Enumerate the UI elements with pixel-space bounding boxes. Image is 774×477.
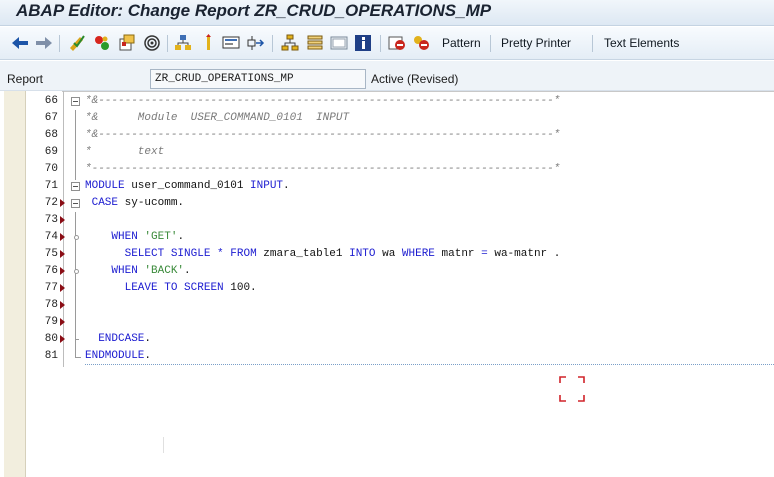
- code-text: WHEN 'GET'.: [111, 231, 185, 243]
- line-number: 68: [44, 129, 58, 141]
- stack-icon[interactable]: [306, 34, 324, 52]
- code-line[interactable]: 81 ENDMODULE.: [0, 348, 774, 365]
- line-number: 74: [44, 231, 58, 243]
- line-number: 76: [44, 265, 58, 277]
- title-bar: ABAP Editor: Change Report ZR_CRUD_OPERA…: [0, 0, 774, 26]
- forward-arrow-icon[interactable]: [35, 34, 53, 52]
- line-number: 81: [44, 350, 58, 362]
- breakpoint-marker-icon[interactable]: [60, 301, 65, 309]
- pattern-button[interactable]: Pattern: [442, 36, 481, 50]
- abap-code-editor[interactable]: 66 *&-----------------------------------…: [0, 91, 774, 477]
- navigation-icon[interactable]: [247, 34, 265, 52]
- code-line[interactable]: 67 *& Module USER_COMMAND_0101 INPUT: [0, 110, 774, 127]
- inactive-icon[interactable]: [199, 34, 217, 52]
- activate-icon[interactable]: [93, 34, 111, 52]
- object-list-icon[interactable]: [118, 34, 136, 52]
- breakpoint-marker-icon[interactable]: [60, 267, 65, 275]
- report-status: Active (Revised): [371, 72, 459, 86]
- code-line[interactable]: 79: [0, 314, 774, 331]
- code-text: ENDMODULE.: [85, 350, 152, 362]
- line-number: 67: [44, 112, 58, 124]
- code-line[interactable]: 75 SELECT SINGLE * FROM zmara_table1 INT…: [0, 246, 774, 263]
- line-number: 66: [44, 95, 58, 107]
- text-elements-button[interactable]: Text Elements: [604, 36, 679, 50]
- code-line[interactable]: 72 CASE sy-ucomm.: [0, 195, 774, 212]
- pretty-printer-button[interactable]: Pretty Printer: [501, 36, 571, 50]
- code-line[interactable]: 80 ENDCASE.: [0, 331, 774, 348]
- line-number: 70: [44, 163, 58, 175]
- code-line[interactable]: 71 MODULE user_command_0101 INPUT.: [0, 178, 774, 195]
- code-line[interactable]: 70 *------------------------------------…: [0, 161, 774, 178]
- code-text: ENDCASE.: [98, 333, 152, 345]
- breakpoint-marker-icon[interactable]: [60, 335, 65, 343]
- check-syntax-icon[interactable]: [68, 34, 86, 52]
- application-toolbar: Pattern Pretty Printer Text Elements: [0, 27, 774, 60]
- breakpoint-marker-icon[interactable]: [60, 318, 65, 326]
- focus-corner-marks-icon: [559, 376, 585, 402]
- code-line[interactable]: 78: [0, 297, 774, 314]
- code-text: * text: [85, 146, 165, 158]
- line-number: 79: [44, 316, 58, 328]
- code-text: *&--------------------------------------…: [85, 95, 561, 107]
- tree-icon[interactable]: [281, 34, 299, 52]
- code-text: CASE sy-ucomm.: [91, 197, 185, 209]
- where-used-icon[interactable]: [143, 34, 161, 52]
- line-number: 69: [44, 146, 58, 158]
- fold-toggle-icon[interactable]: [71, 199, 80, 208]
- text-caret: [163, 437, 164, 453]
- code-text: *& Module USER_COMMAND_0101 INPUT: [85, 112, 350, 124]
- code-text: MODULE user_command_0101 INPUT.: [85, 180, 290, 192]
- code-line[interactable]: 76 WHEN 'BACK'.: [0, 263, 774, 280]
- code-text: *---------------------------------------…: [85, 163, 561, 175]
- code-text: SELECT SINGLE * FROM zmara_table1 INTO w…: [124, 248, 561, 260]
- report-header: Report ZR_CRUD_OPERATIONS_MP Active (Rev…: [0, 61, 774, 91]
- breakpoint-icon[interactable]: [388, 34, 406, 52]
- breakpoint-marker-icon[interactable]: [60, 233, 65, 241]
- code-line[interactable]: 74 WHEN 'GET'.: [0, 229, 774, 246]
- code-line[interactable]: 73: [0, 212, 774, 229]
- code-text: *&--------------------------------------…: [85, 129, 561, 141]
- line-number: 73: [44, 214, 58, 226]
- code-text: WHEN 'BACK'.: [111, 265, 191, 277]
- fold-toggle-icon[interactable]: [71, 97, 80, 106]
- code-line[interactable]: 69 * text: [0, 144, 774, 161]
- line-number: 77: [44, 282, 58, 294]
- breakpoint-marker-icon[interactable]: [60, 199, 65, 207]
- hierarchy-icon[interactable]: [174, 34, 192, 52]
- line-number: 75: [44, 248, 58, 260]
- code-line[interactable]: 68 *&-----------------------------------…: [0, 127, 774, 144]
- line-number: 71: [44, 180, 58, 192]
- breakpoint-marker-icon[interactable]: [60, 216, 65, 224]
- code-text: LEAVE TO SCREEN 100.: [124, 282, 257, 294]
- breakpoint-marker-icon[interactable]: [60, 284, 65, 292]
- line-number: 78: [44, 299, 58, 311]
- fold-toggle-icon[interactable]: [71, 182, 80, 191]
- frame-icon[interactable]: [330, 34, 348, 52]
- report-name-field[interactable]: ZR_CRUD_OPERATIONS_MP: [150, 69, 366, 89]
- report-label: Report: [7, 72, 44, 86]
- info-icon[interactable]: [354, 34, 372, 52]
- line-number: 80: [44, 333, 58, 345]
- line-number: 72: [44, 197, 58, 209]
- display-object-icon[interactable]: [222, 34, 240, 52]
- code-line[interactable]: 77 LEAVE TO SCREEN 100.: [0, 280, 774, 297]
- external-breakpoint-icon[interactable]: [412, 34, 430, 52]
- block-node-icon: [74, 269, 79, 274]
- back-arrow-icon[interactable]: [11, 34, 29, 52]
- window-title: ABAP Editor: Change Report ZR_CRUD_OPERA…: [16, 1, 492, 20]
- block-node-icon: [74, 235, 79, 240]
- code-line[interactable]: 66 *&-----------------------------------…: [0, 93, 774, 110]
- breakpoint-marker-icon[interactable]: [60, 250, 65, 258]
- block-end-icon: [75, 339, 79, 340]
- end-of-source-line: [85, 364, 774, 365]
